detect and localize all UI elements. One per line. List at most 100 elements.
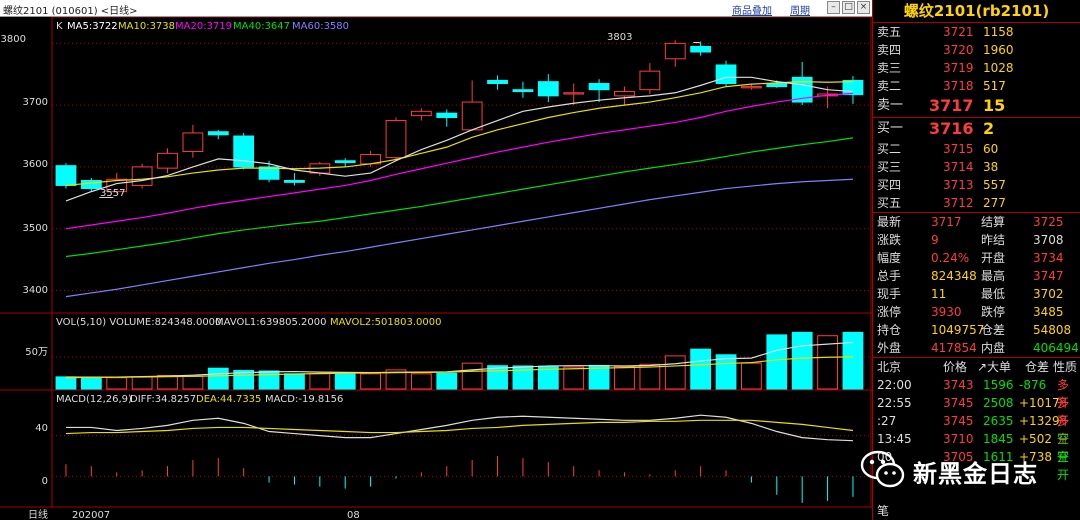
x-label-08: 08 <box>347 510 360 520</box>
mavol1-label: MAVOL1:639805.2000 <box>215 317 326 328</box>
ticks-header-loc: 北京 <box>877 360 902 374</box>
candle-body <box>690 45 712 53</box>
volume-bar <box>284 373 305 390</box>
stat-value: 3747 <box>1033 269 1064 283</box>
ticks-header-type: 性质 <box>1053 360 1078 374</box>
tick-position-change: -876 <box>1019 378 1047 392</box>
ticks-header: 北京 价格 ↗大单 仓差 性质 <box>873 358 1080 376</box>
stat-value: 11 <box>931 287 947 301</box>
tick-vol: 2508 <box>983 396 1014 410</box>
sell-level-label: 卖四 <box>877 43 902 57</box>
candle-body <box>410 110 432 117</box>
tick-time: :27 <box>877 414 897 428</box>
price-tick-3700: 3700 <box>23 97 48 108</box>
volume-bar <box>461 362 483 390</box>
stat-value: 406494 <box>1033 341 1079 355</box>
stat-row[interactable]: 持仓 1049757 仓差 54808 <box>873 321 1080 339</box>
volume-bar <box>715 354 737 390</box>
volume-bar <box>106 377 128 390</box>
volume-bar <box>131 376 153 390</box>
buy-level-label: 买三 <box>877 160 902 174</box>
buy-level-label: 买四 <box>877 178 902 192</box>
sell-level-price: 3718 <box>943 79 974 93</box>
minimize-button[interactable]: – <box>827 1 840 14</box>
stat-label: 内盘 <box>981 341 1006 355</box>
sell1-row[interactable]: 卖一 3717 15 <box>873 95 1080 117</box>
x-label-202007: 202007 <box>72 510 110 520</box>
kline-chart[interactable]: K MA5:3722 MA10:3738 MA20:3719 MA40:3647… <box>0 17 872 520</box>
tick-position-change: +1017 <box>1019 396 1060 410</box>
stat-label: 幅度 <box>877 251 902 265</box>
stat-value: 3717 <box>931 215 962 229</box>
candle-body <box>182 132 204 152</box>
stat-row[interactable]: 现手 11 最低 3702 <box>873 285 1080 303</box>
close-button[interactable]: × <box>857 1 870 14</box>
sell-level-row[interactable]: 卖四 3720 1960 <box>873 41 1080 59</box>
restore-button[interactable]: □ <box>842 1 855 14</box>
stat-value: 54808 <box>1033 323 1072 337</box>
tick-position-change: +1329 <box>1019 414 1060 428</box>
tick-row[interactable]: 22:00 3743 1596 -876 多开 <box>873 376 1080 410</box>
ticks-header-vol: ↗大单 <box>977 360 1012 374</box>
candle-body <box>487 79 508 85</box>
candle-body <box>512 89 534 93</box>
candle-body <box>385 120 407 159</box>
candle-body <box>741 86 762 89</box>
overlay-commodity-link[interactable]: 商品叠加 <box>732 2 772 17</box>
period-link[interactable]: 周期 <box>790 2 810 17</box>
buy-level-vol: 60 <box>983 142 999 156</box>
tick-time: 22:55 <box>877 396 912 410</box>
buy-level-label: 买五 <box>877 196 902 210</box>
buy-level-price: 3714 <box>943 160 974 174</box>
candle-body <box>233 135 255 168</box>
stat-label: 跌停 <box>981 305 1006 319</box>
candle-body <box>157 152 178 169</box>
volume-bar <box>614 366 635 390</box>
chart-labels: K MA5:3722 MA10:3738 MA20:3719 MA40:3647… <box>1 21 633 520</box>
candle-body <box>588 83 610 91</box>
stat-row[interactable]: 涨跌 9 昨结 3708 <box>873 231 1080 249</box>
volume-bar <box>309 373 331 390</box>
stat-label: 外盘 <box>877 341 902 355</box>
tick-row[interactable]: :27 3745 2635 +1329 多开 <box>873 412 1080 446</box>
chart-title-bar: 螺纹2101 (010601) <日线> 商品叠加 周期 – □ × <box>0 0 872 17</box>
buy-level-vol: 277 <box>983 196 1006 210</box>
high-annotation: 3803 <box>607 32 632 43</box>
sell-level-row[interactable]: 卖二 3718 517 <box>873 77 1080 95</box>
low-annotation: 3557 <box>100 188 125 199</box>
sell-order-book: 卖五 3721 1158 卖四 3720 1960 卖三 3719 1028 卖二 3718 517 <box>873 23 1080 95</box>
buy1-row[interactable]: 买一 3716 2 <box>873 118 1080 140</box>
stat-row[interactable]: 总手 824348 最高 3747 <box>873 267 1080 285</box>
stat-label: 仓差 <box>981 323 1006 337</box>
buy1-label: 买一 <box>877 121 904 136</box>
buy-order-book: 买二 3715 60 买三 3714 38 买四 3713 557 买五 3712 277 <box>873 140 1080 212</box>
buy-level-price: 3713 <box>943 178 974 192</box>
buy1-vol: 2 <box>983 119 995 138</box>
chart-plots <box>55 40 864 503</box>
vol-label: VOL(5,10) VOLUME:824348.0000 <box>56 317 221 328</box>
stat-row[interactable]: 幅度 0.24% 开盘 3734 <box>873 249 1080 267</box>
volume-bar <box>334 373 356 390</box>
tick-row[interactable]: 22:55 3745 2508 +1017 多开 <box>873 394 1080 428</box>
watermark: 新黑金日志 <box>855 442 1080 498</box>
stat-row[interactable]: 外盘 417854 内盘 406494 <box>873 339 1080 357</box>
buy-level-row[interactable]: 买三 3714 38 <box>873 158 1080 176</box>
stat-row[interactable]: 最新 3717 结算 3725 <box>873 213 1080 231</box>
sell-level-price: 3721 <box>943 25 974 39</box>
sell1-vol: 15 <box>983 96 1006 115</box>
ticks-header-price: 价格 <box>943 360 968 374</box>
buy-level-price: 3712 <box>943 196 974 210</box>
buy-level-row[interactable]: 买五 3712 277 <box>873 194 1080 212</box>
sell-level-row[interactable]: 卖五 3721 1158 <box>873 23 1080 41</box>
stat-label: 最低 <box>981 287 1006 301</box>
period-tab-daily[interactable]: 日线 <box>28 508 48 520</box>
candle-body <box>537 81 559 97</box>
buy-level-row[interactable]: 买二 3715 60 <box>873 140 1080 158</box>
stat-row[interactable]: 涨停 3930 跌停 3485 <box>873 303 1080 321</box>
stat-value: 9 <box>931 233 939 247</box>
buy-level-row[interactable]: 买四 3713 557 <box>873 176 1080 194</box>
bottom-label-text: 笔 <box>877 504 890 518</box>
sell-level-row[interactable]: 卖三 3719 1028 <box>873 59 1080 77</box>
wechat-icon <box>860 450 905 488</box>
sell-level-vol: 517 <box>983 79 1006 93</box>
